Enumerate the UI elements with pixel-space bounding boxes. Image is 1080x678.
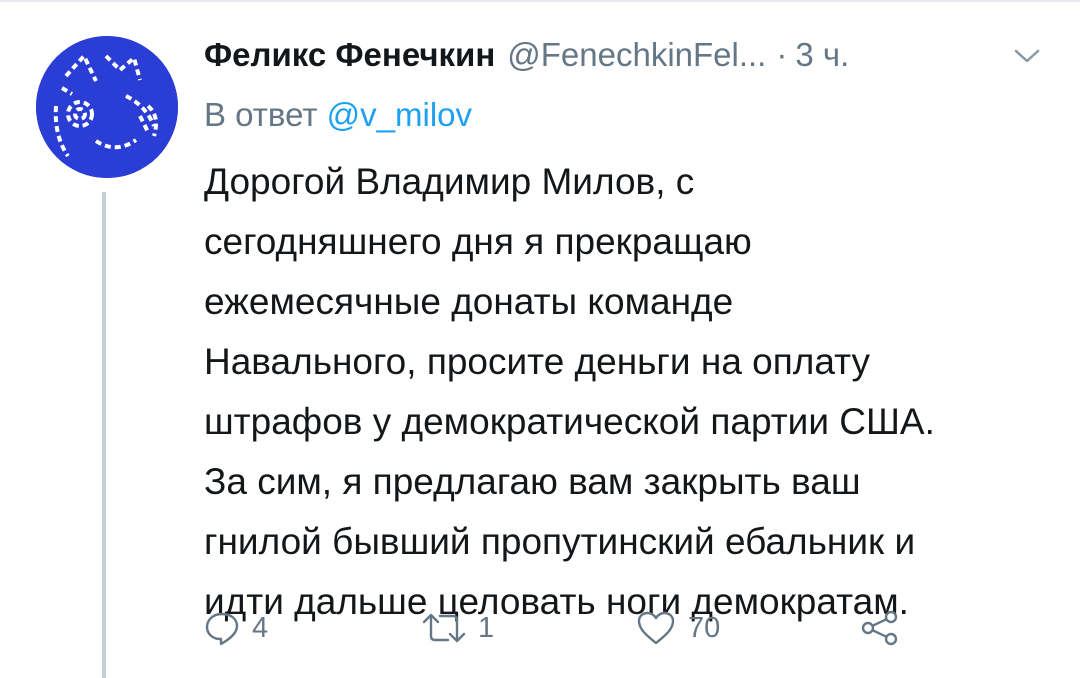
tweet-text-line: Дорогой Владимир Милов, с [204, 161, 695, 202]
avatar[interactable] [36, 36, 178, 178]
tweet-time[interactable]: 3 ч. [795, 36, 849, 74]
tweet-text-line: ежемесячные донаты команде [204, 281, 734, 322]
retweet-icon [422, 613, 466, 643]
reply-icon [205, 612, 239, 646]
reply-button[interactable]: 4 [204, 610, 268, 646]
caret-down-icon[interactable] [1014, 48, 1040, 64]
action-bar: 4 1 70 [204, 610, 1044, 650]
tweet-text-line: Навального, просите деньги на оплату [204, 341, 870, 382]
divider [0, 0, 1080, 2]
retweet-count: 1 [478, 611, 495, 644]
tweet-text-line: гнилой бывший пропутинский ебальник и [204, 521, 916, 562]
tweet-text-line: сегодняшнего дня я прекращаю [204, 221, 752, 262]
reply-context: В ответ @v_milov [204, 96, 472, 134]
reply-count: 4 [252, 611, 269, 644]
author-name[interactable]: Феликс Фенечкин [204, 36, 495, 74]
separator-dot: · [776, 36, 788, 73]
retweet-button[interactable]: 1 [422, 610, 494, 646]
tweet-text-line: штрафов у демократической партии США. [204, 401, 935, 442]
reply-mention-link[interactable]: @v_milov [327, 96, 472, 133]
like-button[interactable]: 70 [636, 610, 720, 646]
tweet-text: Дорогой Владимир Милов, с сегодняшнего д… [204, 152, 1054, 632]
share-button[interactable] [860, 610, 900, 646]
tweet-header: Феликс Фенечкин @FenechkinFel... · 3 ч. [204, 36, 849, 74]
thread-line [102, 192, 106, 678]
tweet-text-line: За сим, я предлагаю вам закрыть ваш [204, 461, 861, 502]
reply-prefix: В ответ [204, 96, 318, 133]
author-handle[interactable]: @FenechkinFel... [507, 36, 766, 74]
avatar-image [36, 36, 178, 178]
share-icon [861, 610, 898, 646]
like-count: 70 [688, 611, 721, 644]
like-icon [637, 611, 675, 645]
